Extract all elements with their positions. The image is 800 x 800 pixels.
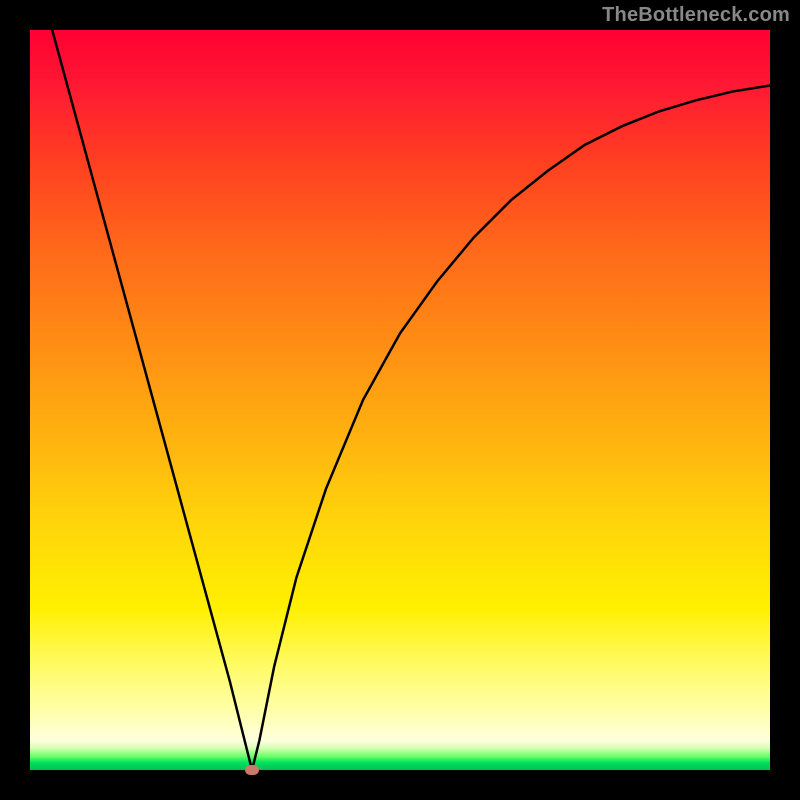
watermark-text: TheBottleneck.com	[602, 4, 790, 27]
curve-svg	[30, 30, 770, 770]
plot-area	[30, 30, 770, 770]
min-point-marker	[245, 765, 259, 775]
bottleneck-curve	[52, 30, 770, 770]
chart-frame: TheBottleneck.com	[0, 0, 800, 800]
